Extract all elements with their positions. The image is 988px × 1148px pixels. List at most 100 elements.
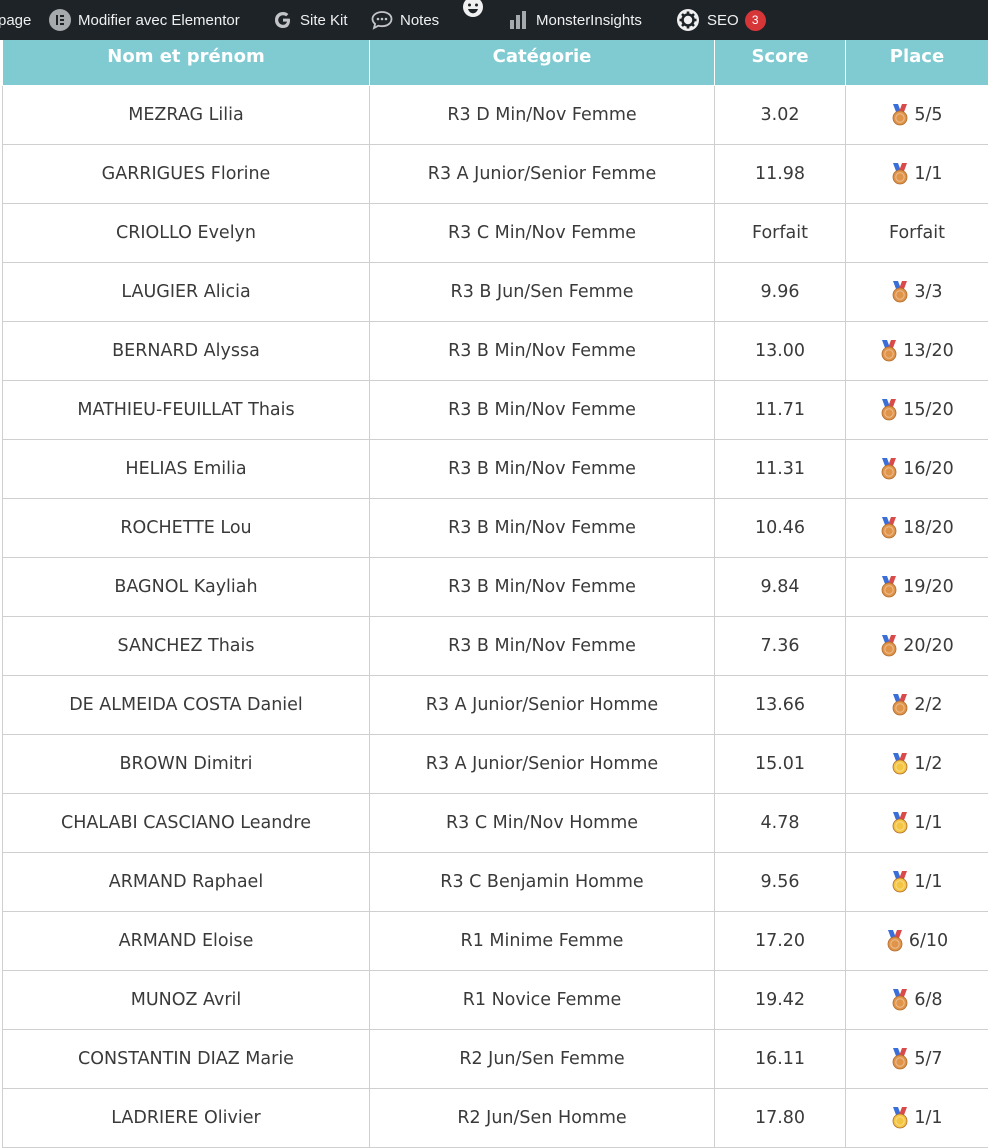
cell-category-text: R3 D Min/Nov Femme: [447, 105, 637, 125]
cell-score-text: 19.42: [754, 990, 806, 1010]
cell-category: R3 A Junior/Senior Homme: [369, 734, 715, 794]
cell-name-text: LAUGIER Alicia: [121, 282, 251, 302]
cell-place: 16/20: [845, 439, 988, 499]
table-row: MEZRAG Lilia R3 D Min/Nov Femme 3.02 5/5: [2, 85, 988, 145]
cell-place: 1/1: [845, 793, 988, 853]
cell-score-text: 11.98: [754, 164, 806, 184]
cell-category: R3 B Min/Nov Femme: [369, 498, 715, 558]
cell-category: R3 B Min/Nov Femme: [369, 616, 715, 676]
cell-place: 5/7: [845, 1029, 988, 1089]
medal-icon: [880, 340, 898, 362]
cell-name-text: SANCHEZ Thais: [117, 636, 255, 656]
cell-name: MEZRAG Lilia: [2, 85, 370, 145]
cell-category: R3 A Junior/Senior Homme: [369, 675, 715, 735]
cell-category-text: R1 Novice Femme: [462, 990, 622, 1010]
medal-icon: [891, 163, 909, 185]
sitekit-link[interactable]: Site Kit: [273, 0, 348, 40]
cell-score-text: 13.66: [754, 695, 806, 715]
table-row: DE ALMEIDA COSTA Daniel R3 A Junior/Senio…: [2, 675, 988, 735]
cell-place-text: 2/2: [914, 695, 943, 715]
cell-name-text: MUNOZ Avril: [130, 990, 242, 1010]
medal-icon: [880, 458, 898, 480]
cell-place: 1/1: [845, 1088, 988, 1148]
notes-label: Notes: [400, 11, 440, 29]
seo-menu[interactable]: SEO 3: [676, 0, 766, 40]
cell-place-text: 20/20: [903, 636, 954, 656]
cell-score: 7.36: [714, 616, 846, 676]
cell-score-text: Forfait: [752, 223, 808, 243]
table-row: CRIOLLO Evelyn R3 C Min/Nov Femme Forfait F…: [2, 203, 988, 263]
table-row: ARMAND Eloise R1 Minime Femme 17.20 6/10: [2, 911, 988, 971]
cell-score-text: 17.80: [754, 1108, 806, 1128]
cell-category: R3 C Benjamin Homme: [369, 852, 715, 912]
cell-name: BAGNOL Kayliah: [2, 557, 370, 617]
cell-score-text: 17.20: [754, 931, 806, 951]
cell-name-text: CONSTANTIN DIAZ Marie: [78, 1049, 294, 1069]
cell-category: R3 C Min/Nov Homme: [369, 793, 715, 853]
cell-place: Forfait: [845, 203, 988, 263]
cell-category: R1 Novice Femme: [369, 970, 715, 1030]
cell-category-text: R3 C Min/Nov Femme: [447, 223, 637, 243]
cell-score-text: 7.36: [760, 636, 800, 656]
cell-place-text: 19/20: [903, 577, 954, 597]
medal-icon: [880, 399, 898, 421]
cell-place: 6/8: [845, 970, 988, 1030]
medal-icon: [891, 1107, 909, 1129]
cell-score: 17.20: [714, 911, 846, 971]
cell-name: LAUGIER Alicia: [2, 262, 370, 322]
cell-name-text: DE ALMEIDA COSTA Daniel: [69, 695, 303, 715]
cell-name: MUNOZ Avril: [2, 970, 370, 1030]
cell-place-text: 1/2: [914, 754, 943, 774]
cell-place: 1/2: [845, 734, 988, 794]
cell-score-text: 10.46: [754, 518, 806, 538]
cell-category-text: R3 B Min/Nov Femme: [448, 518, 636, 538]
table-row: CONSTANTIN DIAZ Marie R2 Jun/Sen Femme 16.…: [2, 1029, 988, 1089]
seo-label: SEO: [707, 11, 739, 29]
elementor-edit-link[interactable]: Modifier avec Elementor: [49, 0, 240, 40]
page-label: page: [0, 11, 32, 29]
monsterinsights-label: MonsterInsights: [536, 11, 642, 29]
cell-score-text: 3.02: [760, 105, 800, 125]
elementor-label: Modifier avec Elementor: [78, 11, 240, 29]
cell-name-text: CRIOLLO Evelyn: [115, 223, 257, 243]
cell-name-text: ARMAND Raphael: [108, 872, 264, 892]
table-row: SANCHEZ Thais R3 B Min/Nov Femme 7.36 20/20: [2, 616, 988, 676]
cell-name-text: MEZRAG Lilia: [128, 105, 244, 125]
cell-name: ARMAND Raphael: [2, 852, 370, 912]
cell-name: DE ALMEIDA COSTA Daniel: [2, 675, 370, 735]
google-g-icon: [273, 10, 293, 30]
cell-name-text: BAGNOL Kayliah: [114, 577, 258, 597]
cell-place-text: 1/1: [914, 813, 943, 833]
cell-category: R3 B Jun/Sen Femme: [369, 262, 715, 322]
cell-score-text: 11.71: [754, 400, 806, 420]
elementor-icon: [49, 9, 71, 31]
medal-icon: [891, 871, 909, 893]
table-row: MUNOZ Avril R1 Novice Femme 19.42 6/8: [2, 970, 988, 1030]
emoji-button[interactable]: [462, 0, 484, 29]
table-row: BAGNOL Kayliah R3 B Min/Nov Femme 9.84 19/2…: [2, 557, 988, 617]
speech-bubble-icon: [371, 10, 393, 30]
notes-link[interactable]: Notes: [371, 0, 439, 40]
cell-category: R3 B Min/Nov Femme: [369, 380, 715, 440]
cell-score: 10.46: [714, 498, 846, 558]
cell-score-text: 13.00: [754, 341, 806, 361]
table-row: CHALABI CASCIANO Leandre R3 C Min/Nov Hom…: [2, 793, 988, 853]
cell-place-text: 16/20: [903, 459, 954, 479]
cell-place: 13/20: [845, 321, 988, 381]
monsterinsights-link[interactable]: MonsterInsights: [509, 0, 642, 40]
admin-bar-page-link[interactable]: page: [0, 0, 31, 40]
cell-place-text: 5/5: [914, 105, 943, 125]
table-row: MATHIEU-FEUILLAT Thais R3 B Min/Nov Femme…: [2, 380, 988, 440]
wp-admin-bar: page Modifier avec Elementor Site Kit No…: [0, 0, 988, 40]
table-row: ROCHETTE Lou R3 B Min/Nov Femme 10.46 18/20: [2, 498, 988, 558]
cell-place: 3/3: [845, 262, 988, 322]
cell-category-text: R3 A Junior/Senior Homme: [425, 695, 659, 715]
cell-score: 11.71: [714, 380, 846, 440]
table-row: HELIAS Emilia R3 B Min/Nov Femme 11.31 16/2…: [2, 439, 988, 499]
results-table: Nom et prénom Catégorie Score Place MEZR…: [2, 26, 988, 1148]
cell-category-text: R3 A Junior/Senior Femme: [427, 164, 657, 184]
cell-category-text: R3 B Min/Nov Femme: [448, 341, 636, 361]
cell-name-text: HELIAS Emilia: [125, 459, 247, 479]
table-row: ARMAND Raphael R3 C Benjamin Homme 9.56 1/1: [2, 852, 988, 912]
cell-name: SANCHEZ Thais: [2, 616, 370, 676]
